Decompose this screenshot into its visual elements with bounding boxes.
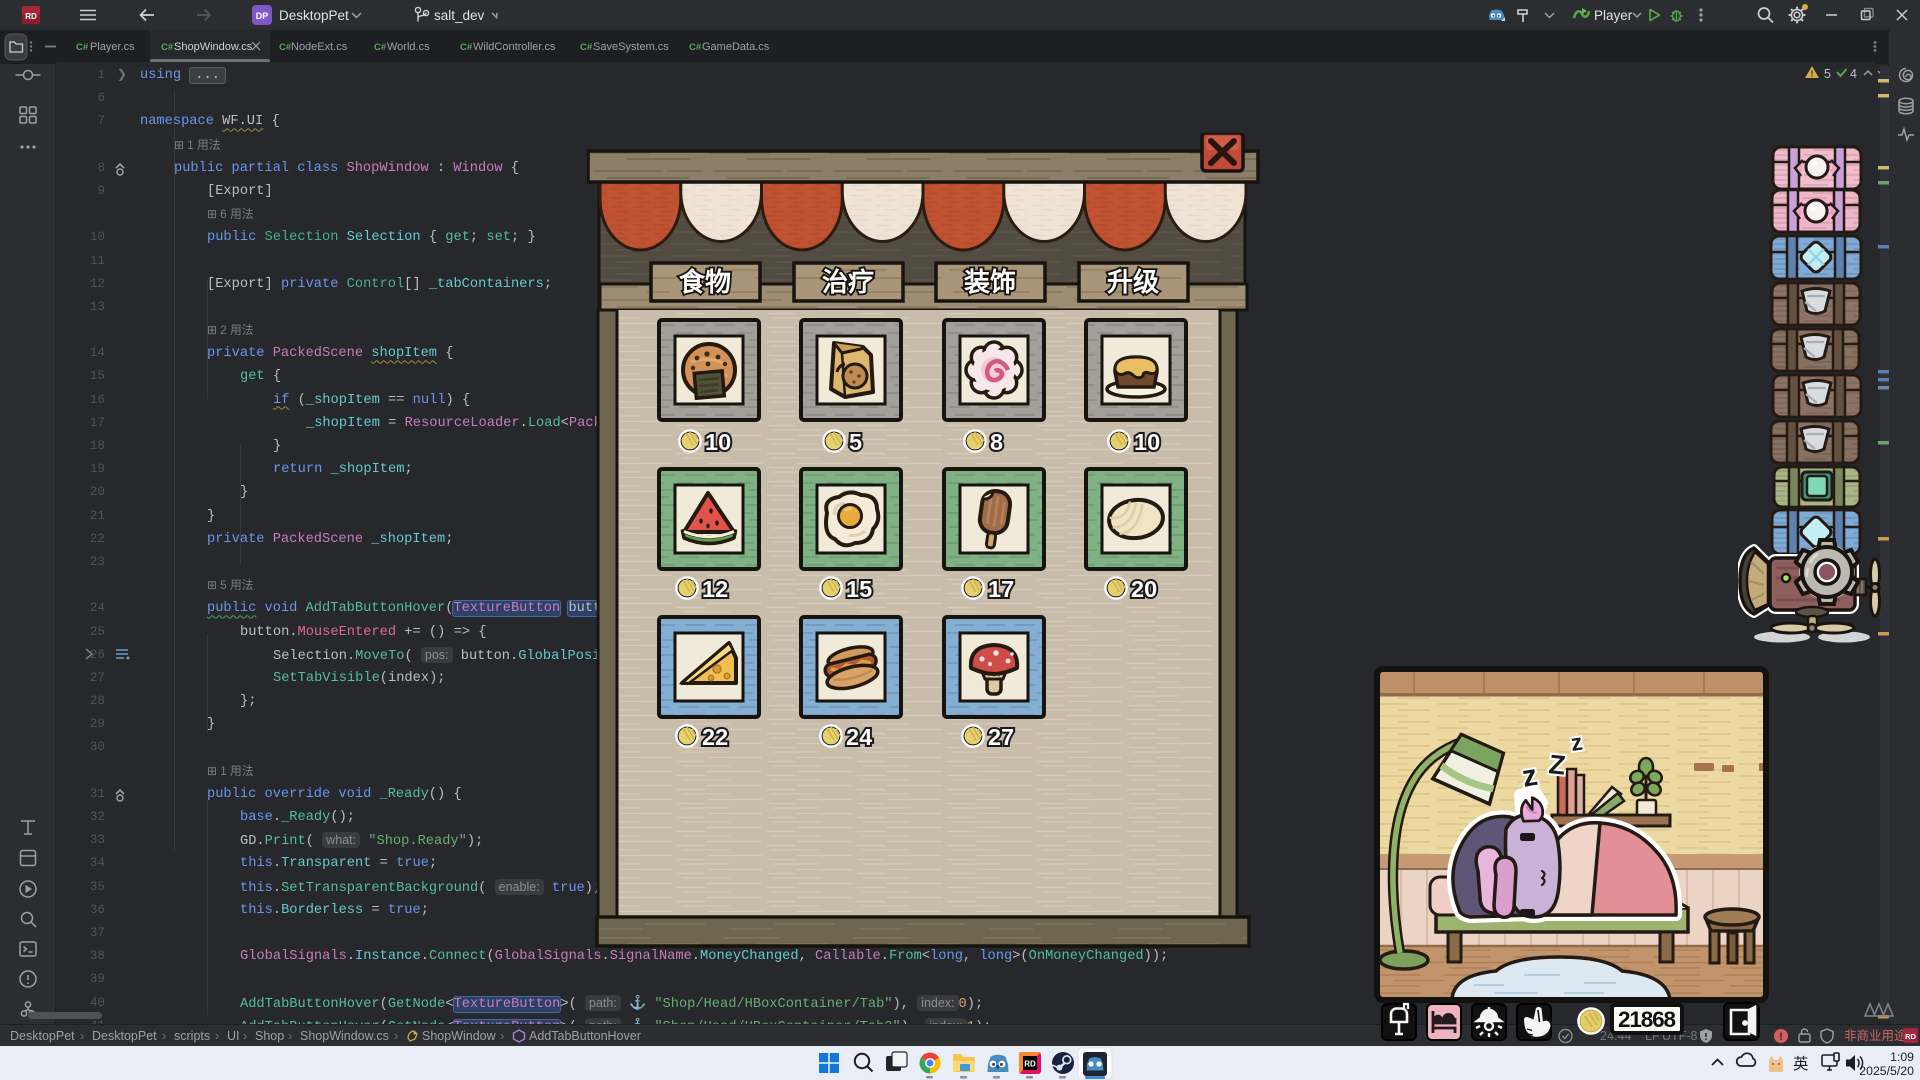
svg-text:Z: Z [1547,749,1567,781]
svg-text:World.cs: World.cs [387,41,430,53]
svg-text:DesktopPet: DesktopPet [10,1029,75,1043]
svg-text:4: 4 [1850,67,1857,81]
svg-text:RD: RD [1905,1032,1916,1041]
svg-text:!: ! [1779,1031,1783,1043]
svg-text:›: › [394,1029,398,1043]
svg-text:12: 12 [702,576,728,602]
svg-text:C#: C# [279,42,292,53]
svg-text:治疗: 治疗 [822,267,874,297]
svg-text:27: 27 [988,724,1014,750]
svg-text:C#: C# [374,42,387,53]
svg-text:C#: C# [580,42,593,53]
svg-text:›: › [162,1029,166,1043]
svg-text:salt_dev: salt_dev [434,8,485,23]
svg-text:C#: C# [460,42,473,53]
svg-text:17: 17 [988,576,1014,602]
svg-text:24: 24 [846,724,872,750]
svg-text:GameData.cs: GameData.cs [702,41,770,53]
svg-text:20: 20 [1131,576,1157,602]
svg-text:非商业用途: 非商业用途 [1844,1028,1907,1043]
svg-text:Player.cs: Player.cs [90,41,135,53]
svg-text:›: › [243,1029,247,1043]
svg-text:C#: C# [161,42,174,53]
svg-text:ShopWindow: ShopWindow [422,1029,497,1043]
svg-text:UI: UI [227,1029,240,1043]
svg-text:RD: RD [25,12,37,21]
svg-text:10: 10 [1134,429,1160,455]
svg-text:英: 英 [1793,1055,1809,1073]
svg-text:1:09: 1:09 [1890,1050,1914,1064]
svg-text:食物: 食物 [679,267,731,297]
svg-text:RD: RD [1024,1060,1036,1069]
svg-text:›: › [215,1029,219,1043]
svg-text:NodeExt.cs: NodeExt.cs [291,41,348,53]
svg-text:ShopWindow.cs: ShopWindow.cs [174,41,253,53]
svg-text:›: › [288,1029,292,1043]
svg-text:SaveSystem.cs: SaveSystem.cs [593,41,669,53]
svg-text:装饰: 装饰 [964,267,1016,297]
svg-text:5: 5 [849,429,862,455]
svg-text:21868: 21868 [1618,1007,1676,1032]
svg-text:2025/5/20: 2025/5/20 [1859,1064,1914,1078]
svg-text:scripts: scripts [174,1029,210,1043]
svg-text:C#: C# [76,42,89,53]
svg-text:15: 15 [846,576,872,602]
svg-text:C#: C# [689,42,702,53]
svg-text:升级: 升级 [1107,267,1159,297]
svg-text:ShopWindow.cs: ShopWindow.cs [300,1029,389,1043]
svg-text:22: 22 [702,724,728,750]
svg-text:Shop: Shop [255,1029,284,1043]
svg-text:DesktopPet: DesktopPet [279,8,349,23]
svg-text:DesktopPet: DesktopPet [92,1029,157,1043]
svg-text:Player: Player [1594,8,1633,23]
svg-text:!: ! [1811,70,1814,79]
svg-text:AddTabButtonHover: AddTabButtonHover [529,1029,641,1043]
svg-text:8: 8 [990,429,1003,455]
svg-text:5: 5 [1824,67,1831,81]
svg-text:DP: DP [256,11,269,21]
svg-text:›: › [80,1029,84,1043]
svg-text:10: 10 [705,429,731,455]
svg-text:›: › [500,1029,504,1043]
svg-text:WildController.cs: WildController.cs [473,41,556,53]
